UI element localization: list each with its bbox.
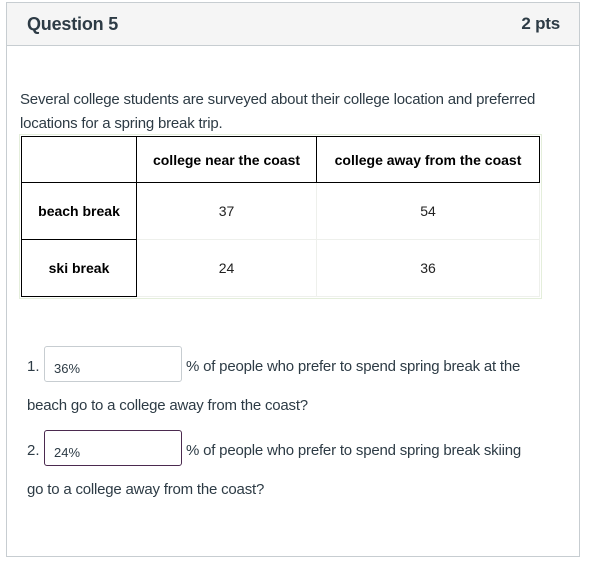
question-1-text: % of people who prefer to spend spring b… <box>186 358 521 375</box>
row-header-beach: beach break <box>21 182 137 240</box>
question-1-number: 1. <box>27 358 40 375</box>
answer-1-input[interactable] <box>44 346 182 382</box>
question-1-text-continued: beach go to a college away from the coas… <box>27 397 308 414</box>
table-row: beach break 37 54 <box>21 182 540 240</box>
answer-2-input[interactable] <box>44 430 182 466</box>
table-corner-cell <box>21 136 137 183</box>
cell-ski-away: 36 <box>316 239 540 297</box>
question-points: 2 pts <box>521 14 560 33</box>
table-row: ski break 24 36 <box>21 239 540 297</box>
question-prompt: Several college students are surveyed ab… <box>20 91 536 132</box>
row-header-ski: ski break <box>21 239 137 297</box>
table-header-row: college near the coast college away from… <box>21 136 540 183</box>
column-header-near-coast: college near the coast <box>136 136 317 183</box>
column-header-away-coast: college away from the coast <box>316 136 540 183</box>
question-header: Question 5 2 pts <box>7 3 579 46</box>
question-title: Question 5 <box>27 13 119 34</box>
survey-table: college near the coast college away from… <box>19 134 542 299</box>
cell-beach-near: 37 <box>136 182 317 240</box>
question-2-number: 2. <box>27 442 40 459</box>
question-2-text-continued: go to a college away from the coast? <box>27 481 265 498</box>
cell-beach-away: 54 <box>316 182 540 240</box>
question-2-text: % of people who prefer to spend spring b… <box>186 442 522 459</box>
cell-ski-near: 24 <box>136 239 317 297</box>
